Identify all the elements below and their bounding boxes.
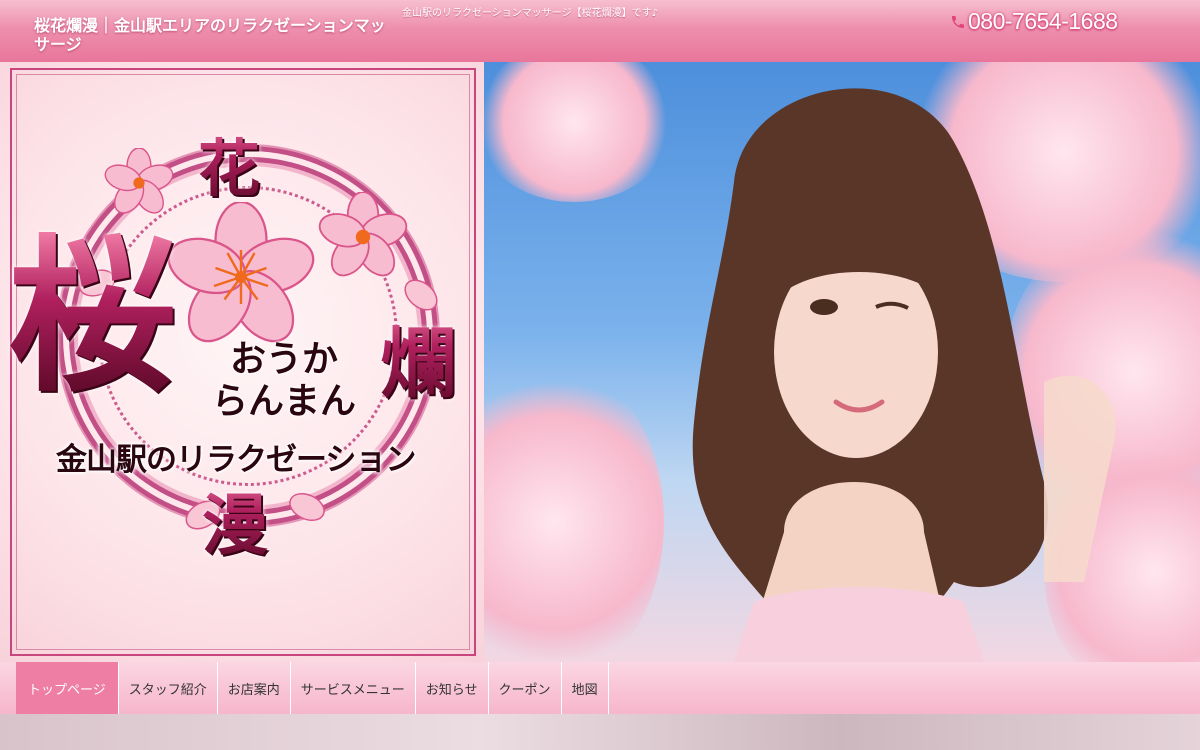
content-strip <box>0 714 1200 750</box>
phone-contact[interactable]: 080-7654-1688 <box>950 8 1118 35</box>
sakura-petal-icon <box>289 492 325 522</box>
logo-kanji-ran: 爛 <box>380 302 456 412</box>
phone-number: 080-7654-1688 <box>968 8 1118 34</box>
site-title[interactable]: 桜花爛漫｜金山駅エリアのリラクゼーションマッサージ <box>34 16 394 54</box>
nav-item-service-menu[interactable]: サービスメニュー <box>291 662 416 714</box>
nav-item-news[interactable]: お知らせ <box>416 662 489 714</box>
logo-kanji-sakura: 桜 <box>8 217 176 415</box>
logo-subtitle: 金山駅のリラクゼーション <box>56 442 416 478</box>
logo-reading-line2: らんまん <box>212 380 357 422</box>
sakura-flower-icon <box>104 148 174 214</box>
sakura-flower-icon <box>318 192 408 277</box>
site-header: 金山駅のリラクゼーションマッサージ【桜花爛漫】です♪ 桜花爛漫｜金山駅エリアのリ… <box>0 0 1200 62</box>
logo-kanji-man: 漫 <box>202 472 268 568</box>
logo-kanji-hana: 花 <box>198 118 260 208</box>
nav-item-top[interactable]: トップページ <box>16 662 119 714</box>
shop-logo: 花 桜 爛 漫 おうか らんまん 金山駅のリラクゼーション <box>0 62 484 662</box>
nav-item-map[interactable]: 地図 <box>562 662 609 714</box>
nav-item-staff[interactable]: スタッフ紹介 <box>119 662 218 714</box>
phone-icon <box>952 15 964 28</box>
hero-banner: 花 桜 爛 漫 おうか らんまん 金山駅のリラクゼーション <box>0 62 1200 662</box>
logo-reading: おうか らんまん <box>212 338 356 422</box>
nav-item-coupon[interactable]: クーポン <box>489 662 562 714</box>
hero-photo <box>484 62 1200 662</box>
main-nav: トップページ スタッフ紹介 お店案内 サービスメニュー お知らせ クーポン 地図 <box>0 662 1200 714</box>
nav-item-shop-info[interactable]: お店案内 <box>218 662 291 714</box>
model-photo <box>692 88 1116 662</box>
logo-reading-line1: おうか <box>230 338 339 380</box>
sakura-flower-icon <box>167 202 315 343</box>
